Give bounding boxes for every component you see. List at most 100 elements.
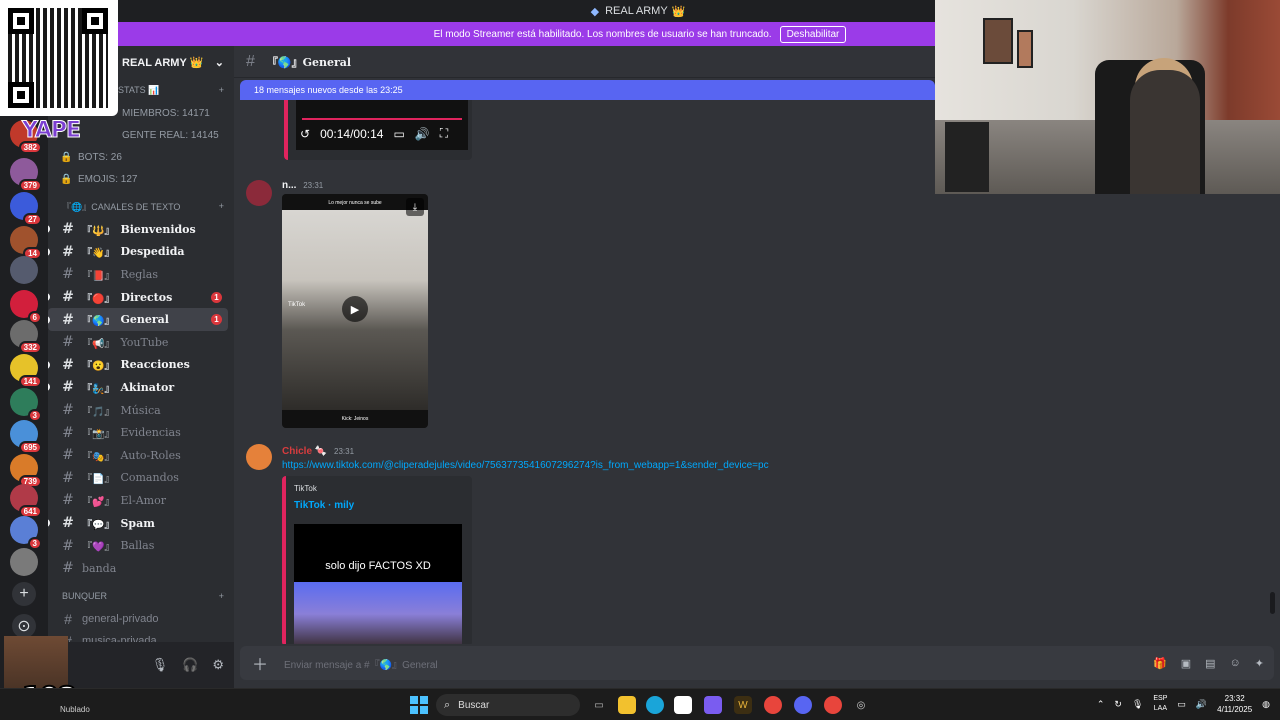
stat-channel[interactable]: 🔒 EMOJIS: 127 [48,168,234,190]
channel-emoji: 『🎵』 [82,406,115,418]
server-icon[interactable] [10,256,38,284]
language-indicator[interactable]: ESP LAA [1153,694,1167,714]
server-icon[interactable]: 641 [10,484,42,518]
message-link[interactable]: https://www.tiktok.com/@cliperadejules/v… [282,460,769,471]
add-server-icon[interactable]: + [12,582,36,606]
video-attachment[interactable]: Lo mejor nunca se sube TikTok ▶ ⤓ Kick: … [282,194,428,428]
embed-title[interactable]: TikTok · mily [294,500,354,511]
channel-item[interactable]: # 『🧞』 Akinator [48,376,228,399]
tray-mic-icon[interactable]: 🎙 [1132,699,1143,710]
add-channel-icon[interactable]: + [219,201,224,211]
play-icon[interactable]: ▶ [342,296,368,322]
gif-icon[interactable]: ▣ [1181,657,1191,670]
start-windows-icon[interactable] [410,696,428,714]
edge-icon[interactable] [646,696,664,714]
channel-emoji: 『🔱』 [82,225,115,237]
channel-item[interactable]: # 『📕』 Reglas [48,263,228,286]
settings-gear-icon[interactable]: ⚙ [212,657,224,673]
add-channel-icon[interactable]: + [219,591,224,601]
channel-item[interactable]: # 『🎵』 Música [48,399,228,422]
server-icon[interactable]: 695 [10,420,42,454]
channel-item[interactable]: # 『👋』 Despedida [48,241,228,264]
author-name[interactable]: Chicle 🍬 [282,446,327,457]
notification-icon[interactable]: ◍ [1262,699,1270,710]
category-bunker[interactable]: BUNQUER + [48,584,234,608]
video-attachment[interactable]: ↺ 00:14/00:14 ▭ 🔊 ⛶ [284,100,472,160]
unread-indicator [48,315,50,324]
game-icon[interactable]: W [734,696,752,714]
fullscreen-icon[interactable]: ⛶ [440,126,448,141]
channel-item[interactable]: # 『😮』 Reacciones [48,354,228,377]
server-icon[interactable]: 332 [10,320,42,354]
server-icon[interactable]: 27 [10,192,42,226]
server-icon[interactable]: 379 [10,158,42,192]
channel-name: banda [82,561,117,575]
tray-chevron-icon[interactable]: ⌃ [1097,699,1105,710]
channel-item[interactable]: # 『📢』 YouTube [48,331,228,354]
video-player[interactable]: ↺ 00:14/00:14 ▭ 🔊 ⛶ [296,100,468,150]
replay-icon[interactable]: ↺ [300,127,310,141]
server-icon[interactable]: 6 [10,290,42,324]
channel-item[interactable]: # 『📸』 Evidencias [48,421,228,444]
emoji-icon[interactable]: ☺ [1230,657,1241,670]
new-messages-bar[interactable]: 18 mensajes nuevos desde las 23:25 [240,80,935,100]
message-composer[interactable]: ＋ Enviar mensaje a #『🌎』General 🎁 ▣ ▤ ☺ ✦ [240,646,1274,680]
channel-item[interactable]: # 『💜』 Ballas [48,534,228,557]
volume-icon[interactable]: 🔊 [415,127,430,141]
category-text-channels[interactable]: 『🌐』CANALES DE TEXTO + [48,194,234,218]
avatar[interactable] [246,444,272,470]
clock[interactable]: 23:32 4/11/2025 [1217,693,1252,715]
channel-item[interactable]: # 『🔱』 Bienvenidos [48,218,228,241]
channel-item[interactable]: # 『🔴』 Directos 1 [48,286,228,309]
taskbar-search[interactable]: ⌕ Buscar [436,694,580,716]
channel-emoji: 『🧞』 [82,383,115,395]
channel-title: 『🌎』General [266,55,352,69]
channel-item[interactable]: # general-privado [48,608,228,631]
channel-item[interactable]: # 『🌎』 General 1 [48,308,228,331]
download-icon[interactable]: ⤓ [406,198,424,216]
discord-icon[interactable] [794,696,812,714]
add-channel-icon[interactable]: + [219,85,224,95]
headphones-icon[interactable]: 🎧 [182,657,198,673]
channel-item[interactable]: # 『🎭』 Auto-Roles [48,444,228,467]
store-icon[interactable] [674,696,692,714]
network-icon[interactable]: ▭ [1177,699,1186,710]
channel-item[interactable]: #musica-privada [48,630,228,642]
sticker-icon[interactable]: ▤ [1205,657,1215,670]
attach-plus-icon[interactable]: ＋ [252,651,268,675]
server-icon[interactable]: 3 [10,388,42,422]
captions-icon[interactable]: ▭ [393,127,404,141]
chrome-icon[interactable] [764,696,782,714]
file-explorer-icon[interactable] [618,696,636,714]
apps-icon[interactable]: ✦ [1255,657,1264,670]
embed-thumbnail[interactable]: solo dijo FACTOS XD [294,524,462,644]
weather-text[interactable]: Nublado [60,705,90,714]
avatar[interactable] [246,180,272,206]
channel-item[interactable]: # 『💬』 Spam [48,512,228,535]
tray-app-icon[interactable]: ↻ [1114,699,1122,710]
channel-emoji: 『📄』 [82,474,115,486]
server-icon[interactable]: 3 [10,516,42,550]
disable-streamer-button[interactable]: Deshabilitar [779,25,847,43]
channel-emoji: 『🔴』 [82,293,115,305]
copilot-icon[interactable] [704,696,722,714]
task-view-icon[interactable]: ▭ [590,696,608,714]
channel-item[interactable]: # 『💕』 El-Amor [48,489,228,512]
message-scrollbar[interactable] [1270,592,1275,614]
channel-item[interactable]: # banda [48,557,228,580]
obs-icon[interactable]: ◎ [852,696,870,714]
server-icon[interactable] [10,548,38,576]
explore-servers-icon[interactable]: ⊙ [12,614,36,638]
volume-icon[interactable]: 🔊 [1196,699,1207,710]
server-icon[interactable]: 14 [10,226,42,260]
channel-item[interactable]: # 『📄』 Comandos [48,467,228,490]
author-name[interactable]: n... [282,180,296,191]
timestamp: 23:31 [334,447,355,456]
server-icon[interactable]: 141 [10,354,42,388]
gift-icon[interactable]: 🎁 [1153,657,1167,670]
microphone-icon[interactable]: 🎙 [152,657,169,673]
video-progress-bar[interactable] [302,118,462,120]
chrome-icon[interactable] [824,696,842,714]
server-icon[interactable]: 739 [10,454,42,488]
stat-channel[interactable]: 🔒 BOTS: 26 [48,146,234,168]
